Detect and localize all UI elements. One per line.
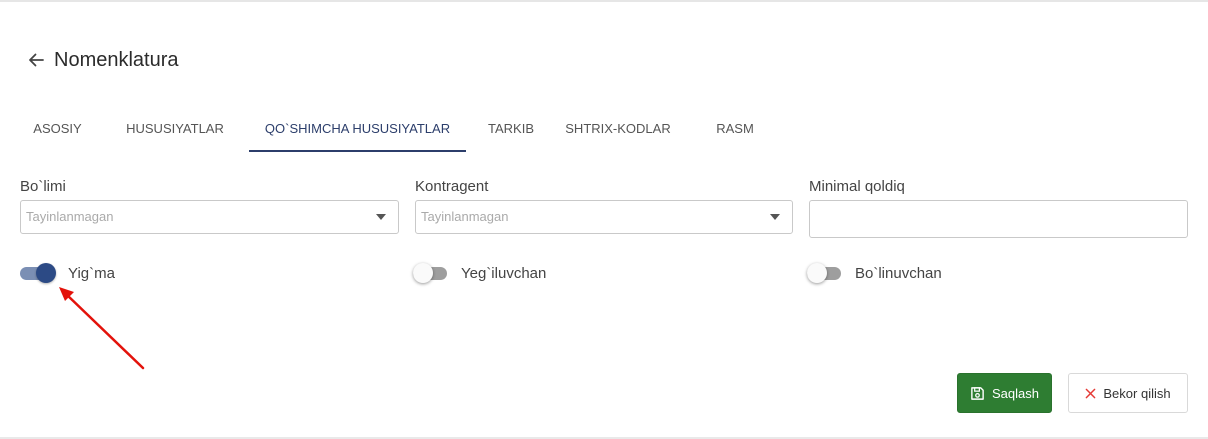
save-button-label: Saqlash <box>992 385 1039 401</box>
switch-knob <box>36 263 56 283</box>
yigma-switch[interactable] <box>20 263 56 283</box>
page-header: Nomenklatura <box>26 46 179 74</box>
arrow-left-icon[interactable] <box>26 50 46 70</box>
close-icon <box>1085 388 1096 399</box>
tab-shtrix-kodlar[interactable]: SHTRIX-KODLAR <box>556 110 680 152</box>
switch-knob <box>807 263 827 283</box>
tab-husisiyatlar[interactable]: HUSUSIYATLAR <box>101 110 249 152</box>
yegiluvchan-switch[interactable] <box>413 263 449 283</box>
top-divider <box>0 0 1208 2</box>
yigma-label: Yig`ma <box>68 264 115 282</box>
caret-down-icon <box>770 214 780 220</box>
page-title: Nomenklatura <box>54 48 179 71</box>
bolinuvchan-toggle[interactable]: Bo`linuvchan <box>807 262 942 284</box>
bolimi-field: Bo`limi Tayinlanmagan <box>20 178 399 234</box>
cancel-button[interactable]: Bekor qilish <box>1068 373 1188 413</box>
tab-bar: ASOSIY HUSUSIYATLAR QO`SHIMCHA HUSUSIYAT… <box>14 110 790 152</box>
save-button[interactable]: Saqlash <box>957 373 1052 413</box>
bolinuvchan-label: Bo`linuvchan <box>855 264 942 282</box>
tab-qoshimcha-husisiyatlar[interactable]: QO`SHIMCHA HUSUSIYATLAR <box>249 110 466 152</box>
bolinuvchan-switch[interactable] <box>807 263 843 283</box>
tab-asosiy[interactable]: ASOSIY <box>14 110 101 152</box>
tab-tarkib[interactable]: TARKIB <box>466 110 556 152</box>
bolimi-select-value: Tayinlanmagan <box>26 209 114 224</box>
annotation-arrow-icon <box>59 287 145 370</box>
kontragent-select-value: Tayinlanmagan <box>421 209 509 224</box>
minimal-qoldiq-input[interactable] <box>809 200 1188 238</box>
bolimi-select[interactable]: Tayinlanmagan <box>20 200 399 234</box>
floppy-disk-icon <box>970 386 985 401</box>
yegiluvchan-toggle[interactable]: Yeg`iluvchan <box>413 262 546 284</box>
yegiluvchan-label: Yeg`iluvchan <box>461 264 547 282</box>
minimal-qoldiq-field: Minimal qoldiq <box>809 178 1188 238</box>
kontragent-label: Kontragent <box>415 178 489 195</box>
minimal-qoldiq-label: Minimal qoldiq <box>809 178 905 195</box>
kontragent-field: Kontragent Tayinlanmagan <box>415 178 793 234</box>
switch-knob <box>413 263 433 283</box>
caret-down-icon <box>376 214 386 220</box>
tab-rasm[interactable]: RASM <box>680 110 790 152</box>
cancel-button-label: Bekor qilish <box>1103 385 1171 401</box>
bolimi-label: Bo`limi <box>20 178 66 195</box>
yigma-toggle[interactable]: Yig`ma <box>20 262 115 284</box>
kontragent-select[interactable]: Tayinlanmagan <box>415 200 793 234</box>
